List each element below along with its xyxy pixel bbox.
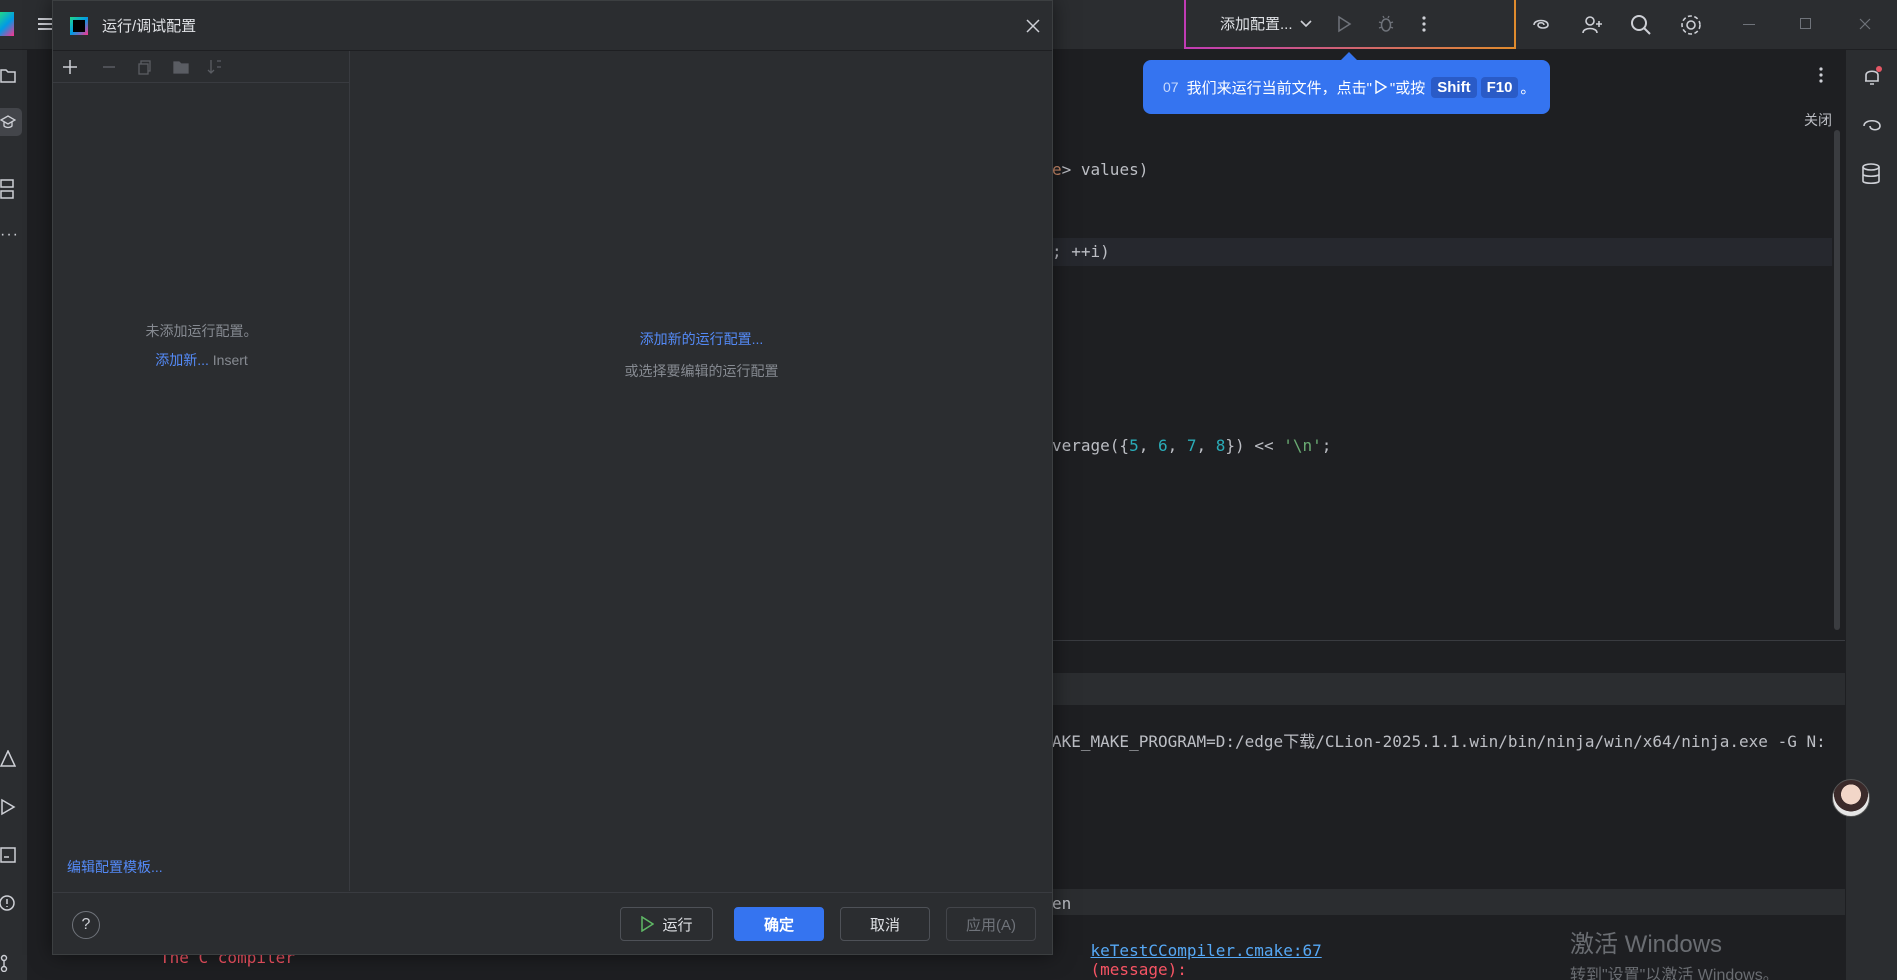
ai-assistant-icon[interactable] <box>1530 14 1552 36</box>
dialog-title: 运行/调试配置 <box>102 18 197 35</box>
run-icon <box>1374 80 1388 94</box>
clion-logo-icon <box>0 12 14 36</box>
add-config-icon[interactable] <box>61 58 79 76</box>
output-line-en: en <box>1052 894 1072 913</box>
database-icon[interactable] <box>1860 162 1882 186</box>
minimize-window-icon[interactable] <box>1743 24 1755 25</box>
more-actions-icon[interactable] <box>1421 15 1427 33</box>
services-icon[interactable] <box>0 798 16 816</box>
left-tool-strip: ··· <box>0 50 28 980</box>
project-folder-icon[interactable] <box>0 66 16 84</box>
right-empty-state: 添加新的运行配置... 或选择要编辑的运行配置 <box>351 329 1052 381</box>
git-icon[interactable] <box>0 954 16 972</box>
run-button[interactable]: 运行 <box>620 907 713 941</box>
terminal-icon[interactable] <box>0 846 16 864</box>
config-toolbar <box>53 51 350 83</box>
sort-configs-icon[interactable] <box>207 58 223 76</box>
settings-gear-icon[interactable] <box>1679 13 1703 37</box>
output-line-highlight <box>1052 889 1845 915</box>
structure-icon[interactable] <box>0 178 14 200</box>
cancel-button[interactable]: 取消 <box>840 907 930 941</box>
run-icon[interactable] <box>1335 15 1353 33</box>
dialog-title-bar[interactable]: 运行/调试配置 <box>53 1 1052 51</box>
more-tools-icon[interactable]: ··· <box>0 226 19 244</box>
close-dialog-icon[interactable] <box>1025 18 1041 34</box>
ai-avatar[interactable] <box>1832 779 1870 817</box>
config-tree-panel: 未添加运行配置。 添加新... Insert 编辑配置模板... <box>53 51 350 891</box>
new-folder-icon[interactable] <box>173 59 191 75</box>
apply-button[interactable]: 应用(A) <box>946 907 1036 941</box>
shortcut-key-f10: F10 <box>1480 76 1519 98</box>
cmake-file-link[interactable]: keTestCCompiler.cmake:67 <box>1091 941 1322 960</box>
right-tool-strip <box>1845 50 1897 980</box>
code-editor[interactable]: 关闭 e> values) ; ++i) verage({5, 6, 7, 8}… <box>1052 50 1845 640</box>
ai-chat-icon[interactable] <box>1860 114 1884 138</box>
tooltip-step-number: 07 <box>1163 79 1179 95</box>
onboarding-tooltip: 07 我们来运行当前文件，点击" "或按 Shift F10 。 <box>1143 52 1550 114</box>
editor-scrollbar[interactable] <box>1834 130 1840 630</box>
chevron-down-icon[interactable] <box>1299 19 1313 29</box>
cmake-command-line: AKE_MAKE_PROGRAM=D:/edge下载/CLion-2025.1.… <box>1052 732 1826 751</box>
windows-activation-watermark: 激活 Windows 转到"设置"以激活 Windows。 <box>1570 931 1779 980</box>
problems-icon[interactable] <box>0 894 16 912</box>
run-debug-config-dialog: 运行/调试配置 未添加运行配置。 添加新... Insert 编辑配置模板... <box>52 0 1053 955</box>
help-button[interactable]: ? <box>72 911 100 939</box>
left-empty-state: 未添加运行配置。 添加新... Insert <box>145 323 258 368</box>
learn-tool-button[interactable] <box>0 108 22 136</box>
add-new-run-config-link[interactable]: 添加新的运行配置... <box>351 329 1052 349</box>
remove-config-icon[interactable] <box>101 59 117 75</box>
current-line-highlight <box>1052 238 1832 266</box>
close-hint-label[interactable]: 关闭 <box>1804 110 1832 130</box>
notifications-icon[interactable] <box>1860 64 1884 88</box>
debug-icon[interactable] <box>1377 15 1395 33</box>
main-menu-icon[interactable] <box>38 16 52 32</box>
cmake-icon[interactable] <box>0 750 16 768</box>
output-error-line: keTestCCompiler.cmake:67 (message): 调试 <box>1090 941 1322 979</box>
add-new-config-link[interactable]: 添加新... <box>155 352 209 368</box>
code-line-2: ; ++i) <box>1052 242 1110 261</box>
close-window-icon[interactable] <box>1859 18 1871 30</box>
output-header-bar <box>1052 673 1845 705</box>
editor-options-icon[interactable] <box>1818 66 1824 84</box>
insert-shortcut-hint: Insert <box>212 352 248 368</box>
run-config-selector[interactable]: 添加配置... <box>1220 13 1293 34</box>
edit-templates-link[interactable]: 编辑配置模板... <box>67 857 163 877</box>
shortcut-key-shift: Shift <box>1431 76 1477 98</box>
run-icon <box>640 916 655 932</box>
restore-window-icon[interactable] <box>1800 18 1811 29</box>
add-user-icon[interactable] <box>1580 13 1604 37</box>
clion-logo-icon <box>70 16 88 35</box>
config-detail-panel: 添加新的运行配置... 或选择要编辑的运行配置 <box>351 51 1052 891</box>
ok-button[interactable]: 确定 <box>734 907 824 941</box>
code-line-3: verage({5, 6, 7, 8}) << '\n'; <box>1052 436 1332 455</box>
dialog-footer: ? 运行 确定 取消 应用(A) <box>53 892 1052 955</box>
search-icon[interactable] <box>1630 14 1652 36</box>
run-widget: 添加配置... <box>1184 0 1516 49</box>
code-line-1: e> values) <box>1052 160 1149 179</box>
copy-config-icon[interactable] <box>137 59 153 75</box>
